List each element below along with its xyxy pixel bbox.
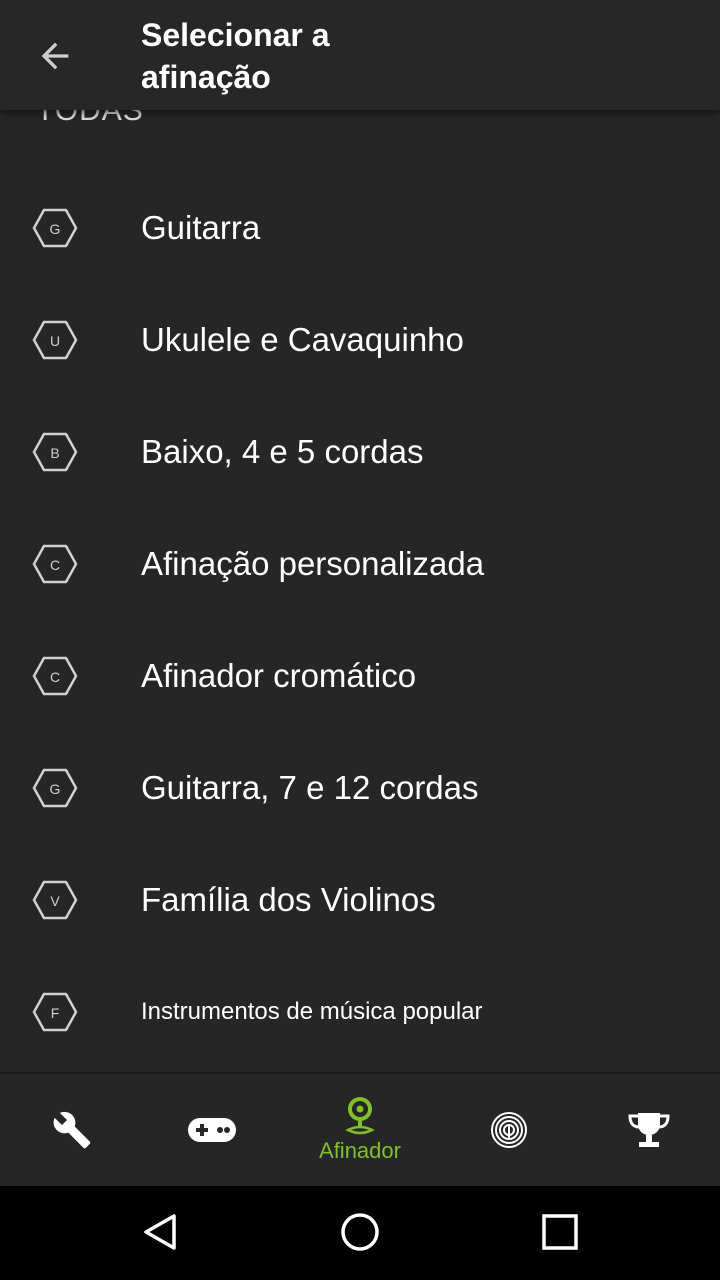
list-item-afinador-cromatico[interactable]: C Afinador cromático bbox=[0, 620, 720, 732]
list-item-label: Guitarra, 7 e 12 cordas bbox=[141, 769, 479, 806]
list-item-label: Família dos Violinos bbox=[141, 881, 436, 918]
tuning-list[interactable]: TODAS G Guitarra U Ukulele e Cavaquinho … bbox=[0, 110, 720, 1072]
section-header: TODAS bbox=[36, 110, 144, 127]
list-item-label: Afinador cromático bbox=[141, 657, 417, 694]
nav-afinador[interactable]: Afinador bbox=[288, 1074, 432, 1186]
back-button[interactable] bbox=[26, 27, 84, 85]
badge-letter: G bbox=[50, 221, 61, 237]
list-item-guitarra[interactable]: G Guitarra bbox=[0, 172, 720, 284]
list-item-afinacao-personalizada[interactable]: C Afinação personalizada bbox=[0, 508, 720, 620]
list-item-guitarra-7-12[interactable]: G Guitarra, 7 e 12 cordas bbox=[0, 732, 720, 844]
wrench-icon bbox=[53, 1111, 91, 1149]
badge-letter: C bbox=[50, 669, 60, 685]
bottom-navigation: Afinador bbox=[0, 1072, 720, 1186]
list-item-violinos[interactable]: V Família dos Violinos bbox=[0, 844, 720, 956]
badge-letter: G bbox=[50, 781, 61, 797]
arrow-left-icon bbox=[41, 42, 69, 70]
hexagon-badge-icon: U bbox=[32, 320, 78, 360]
hexagon-badge-icon: C bbox=[32, 656, 78, 696]
hexagon-badge-icon: F bbox=[32, 992, 78, 1032]
recents-square-icon bbox=[542, 1214, 578, 1250]
system-navigation-bar bbox=[0, 1184, 720, 1280]
list-item-label: Instrumentos de música popular bbox=[141, 998, 483, 1025]
list-item-ukulele[interactable]: U Ukulele e Cavaquinho bbox=[0, 284, 720, 396]
hexagon-badge-icon: C bbox=[32, 544, 78, 584]
gamepad-icon bbox=[188, 1118, 236, 1142]
hexagon-badge-icon: B bbox=[32, 432, 78, 472]
hexagon-badge-icon: V bbox=[32, 880, 78, 920]
back-triangle-icon bbox=[144, 1214, 176, 1250]
nav-fingerprint[interactable] bbox=[437, 1074, 581, 1186]
hexagon-badge-icon: G bbox=[32, 768, 78, 808]
fingerprint-icon bbox=[491, 1112, 527, 1148]
nav-tools[interactable] bbox=[0, 1074, 144, 1186]
badge-letter: F bbox=[51, 1005, 60, 1021]
trophy-icon bbox=[628, 1113, 670, 1147]
list-item-label: Ukulele e Cavaquinho bbox=[141, 321, 464, 358]
tuner-pin-icon bbox=[345, 1097, 375, 1135]
system-home-button[interactable] bbox=[330, 1202, 390, 1262]
page-title: Selecionar a afinação bbox=[141, 17, 330, 95]
badge-letter: C bbox=[50, 557, 60, 573]
list-item-baixo[interactable]: B Baixo, 4 e 5 cordas bbox=[0, 396, 720, 508]
system-recents-button[interactable] bbox=[530, 1202, 590, 1262]
list-item-musica-popular[interactable]: F Instrumentos de música popular bbox=[0, 956, 720, 1068]
home-circle-icon bbox=[341, 1213, 379, 1251]
system-back-button[interactable] bbox=[130, 1202, 190, 1262]
badge-letter: U bbox=[50, 333, 60, 349]
badge-letter: V bbox=[50, 893, 60, 909]
app-bar: Selecionar a afinação bbox=[0, 0, 720, 110]
nav-achievements[interactable] bbox=[577, 1074, 720, 1186]
nav-games[interactable] bbox=[140, 1074, 284, 1186]
badge-letter: B bbox=[50, 445, 59, 461]
nav-afinador-label: Afinador bbox=[319, 1138, 401, 1163]
list-item-label: Guitarra bbox=[141, 209, 261, 246]
list-item-label: Baixo, 4 e 5 cordas bbox=[141, 433, 424, 470]
list-item-label: Afinação personalizada bbox=[141, 545, 485, 582]
hexagon-badge-icon: G bbox=[32, 208, 78, 248]
